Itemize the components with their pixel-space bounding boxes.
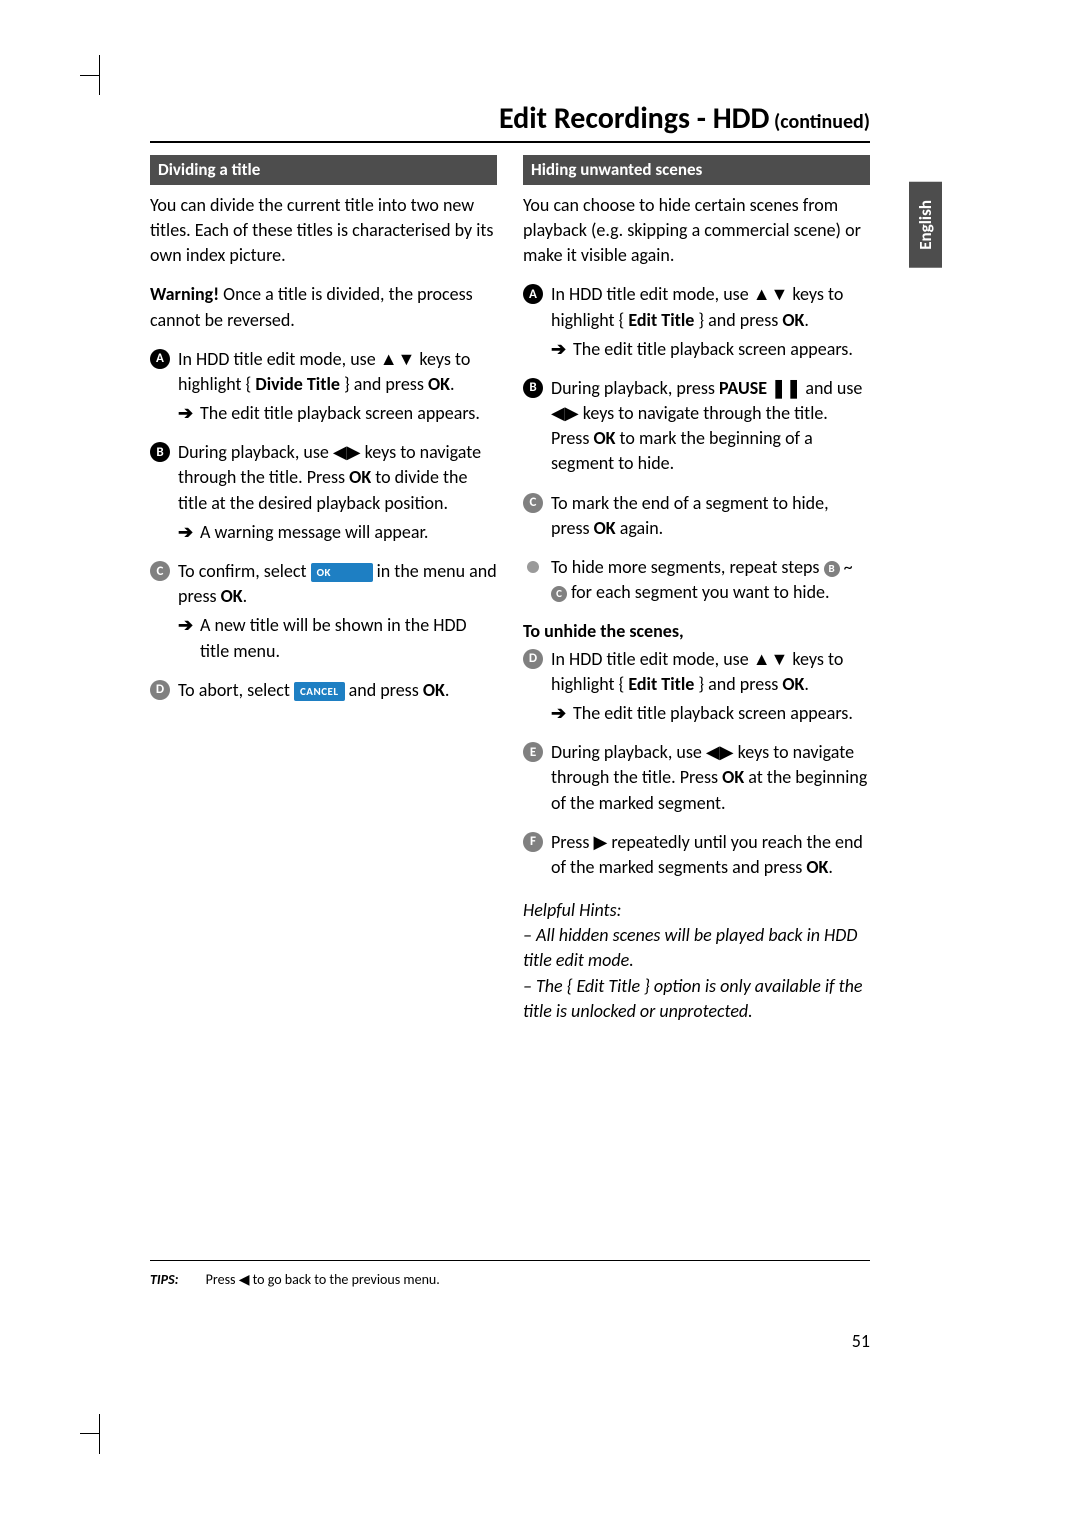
crop-mark-bottom-left [80, 1414, 100, 1454]
page-title-bar: Edit Recordings - HDD (continued) [150, 100, 870, 143]
pause-icon: ❚❚ [771, 377, 801, 399]
step-number-icon: D [523, 649, 543, 669]
tips-footer: TIPS: Press ◀ to go back to the previous… [150, 1260, 870, 1288]
unhide-subheading: To unhide the scenes, [523, 619, 870, 644]
inline-step-ref-icon: B [824, 561, 840, 577]
step-3: C To mark the end of a segment to hide, … [523, 491, 870, 541]
bullet-step: To hide more segments, repeat steps B ~ … [523, 555, 870, 605]
inline-step-ref-icon: C [551, 586, 567, 602]
step-2: B During playback, use ◀▶ keys to naviga… [150, 440, 497, 545]
intro-text: You can choose to hide certain scenes fr… [523, 193, 870, 269]
step-6: F Press ▶ repeatedly until you reach the… [523, 830, 870, 880]
step-4: D To abort, select CANCEL and press OK. [150, 678, 497, 703]
warning-text: Warning! Once a title is divided, the pr… [150, 282, 497, 332]
language-tab: English [909, 182, 942, 268]
step-1: A In HDD title edit mode, use ▲▼ keys to… [523, 282, 870, 362]
page-title-continued: (continued) [769, 110, 870, 134]
up-down-icon: ▲▼ [380, 348, 416, 370]
page-content: Edit Recordings - HDD (continued) Englis… [150, 100, 870, 1024]
helpful-hints: Helpful Hints: – All hidden scenes will … [523, 898, 870, 1024]
bullet-icon [527, 561, 539, 573]
crop-mark-top-left [80, 55, 100, 95]
up-down-icon: ▲▼ [753, 283, 789, 305]
step-number-icon: B [150, 442, 170, 462]
step-number-icon: C [523, 493, 543, 513]
section-heading-hiding: Hiding unwanted scenes [523, 155, 870, 185]
step-number-icon: A [523, 284, 543, 304]
step-3: C To confirm, select OK in the menu and … [150, 559, 497, 664]
cancel-chip-icon: CANCEL [294, 682, 345, 701]
result-arrow-icon: ➔ [178, 520, 193, 545]
step-number-icon: B [523, 378, 543, 398]
step-number-icon: E [523, 742, 543, 762]
step-number-icon: C [150, 561, 170, 581]
step-1: A In HDD title edit mode, use ▲▼ keys to… [150, 347, 497, 427]
result-arrow-icon: ➔ [551, 701, 566, 726]
left-right-icon: ◀▶ [333, 441, 361, 463]
result-arrow-icon: ➔ [178, 613, 193, 638]
right-column: Hiding unwanted scenes You can choose to… [523, 155, 870, 1024]
step-number-icon: D [150, 680, 170, 700]
intro-text: You can divide the current title into tw… [150, 193, 497, 269]
step-2: B During playback, press PAUSE ❚❚ and us… [523, 376, 870, 477]
up-down-icon: ▲▼ [753, 648, 789, 670]
step-4: D In HDD title edit mode, use ▲▼ keys to… [523, 647, 870, 727]
page-title: Edit Recordings - HDD [499, 100, 769, 137]
result-arrow-icon: ➔ [551, 337, 566, 362]
section-heading-dividing: Dividing a title [150, 155, 497, 185]
step-number-icon: A [150, 349, 170, 369]
left-column: Dividing a title You can divide the curr… [150, 155, 497, 1024]
ok-chip-icon: OK [311, 563, 373, 582]
step-5: E During playback, use ◀▶ keys to naviga… [523, 740, 870, 816]
step-number-icon: F [523, 832, 543, 852]
left-right-icon: ◀▶ [551, 402, 579, 424]
left-icon: ◀ [239, 1271, 250, 1288]
page-number: 51 [150, 1330, 870, 1352]
result-arrow-icon: ➔ [178, 401, 193, 426]
right-icon: ▶ [593, 831, 607, 853]
left-right-icon: ◀▶ [706, 741, 734, 763]
tips-label: TIPS: [150, 1271, 179, 1288]
